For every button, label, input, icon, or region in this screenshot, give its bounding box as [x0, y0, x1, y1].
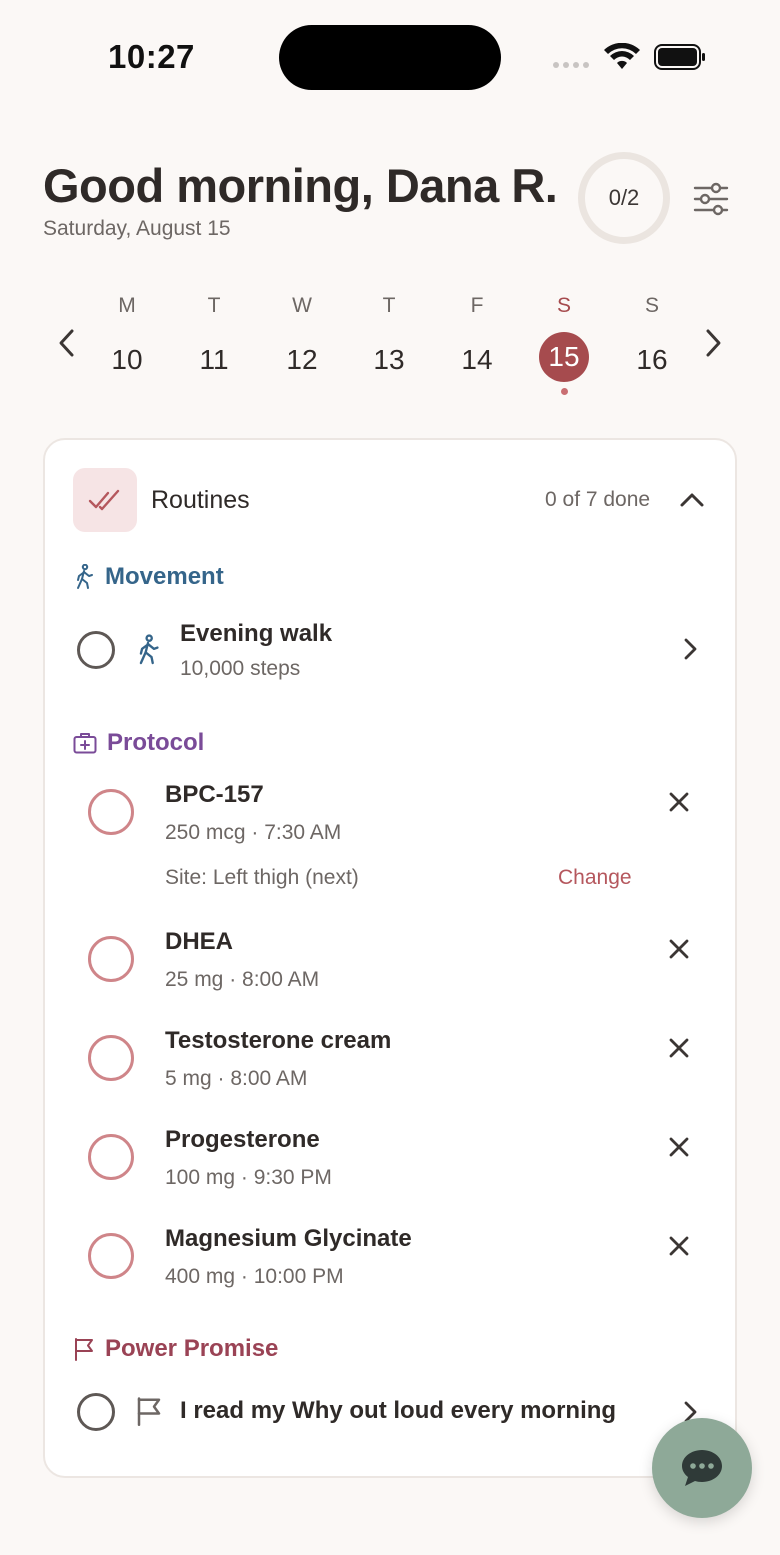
section-title-protocol: Protocol [107, 729, 205, 756]
protocol-title: Testosterone cream [165, 1027, 392, 1054]
battery-icon [654, 44, 705, 70]
today-indicator-dot [560, 388, 568, 395]
protocol-dose-time: 400 mg · 10:00 PM [165, 1265, 344, 1288]
dismiss-close-icon[interactable] [667, 937, 691, 961]
protocol-title: Progesterone [165, 1126, 320, 1153]
promise-title: I read my Why out loud every morning [180, 1397, 617, 1424]
day-letter: S [556, 294, 571, 317]
chat-button[interactable] [652, 1418, 752, 1518]
protocol-checkbox[interactable] [88, 1134, 134, 1180]
promise-row-read-why[interactable]: I read my Why out loud every morning [73, 1385, 713, 1445]
dismiss-close-icon[interactable] [667, 1234, 691, 1258]
chat-bubble-icon [682, 1450, 722, 1486]
routine-title: Evening walk [180, 620, 333, 647]
dismiss-close-icon[interactable] [667, 1135, 691, 1159]
chevron-right-icon[interactable] [681, 636, 699, 662]
routine-subtitle: 10,000 steps [180, 657, 301, 680]
day-friday[interactable]: F 14 [447, 294, 507, 384]
day-letter: T [382, 294, 396, 317]
protocol-dose-time: 25 mg · 8:00 AM [165, 968, 320, 991]
filter-sliders-icon[interactable] [692, 181, 730, 217]
change-site-link[interactable]: Change [558, 866, 632, 890]
greeting-title: Good morning, Dana R. [43, 159, 558, 212]
status-time: 10:27 [108, 38, 195, 75]
day-saturday-selected[interactable]: S 15 [534, 294, 594, 395]
protocol-checkbox[interactable] [88, 1035, 134, 1081]
routines-icon [73, 468, 137, 532]
promise-checkbox[interactable] [77, 1393, 115, 1431]
current-date: Saturday, August 15 [43, 217, 231, 240]
cellular-signal-icon [553, 62, 589, 68]
dismiss-close-icon[interactable] [667, 790, 691, 814]
medical-kit-icon [73, 733, 97, 754]
wifi-icon [604, 43, 640, 69]
day-letter: M [118, 294, 136, 317]
next-week-chevron-icon[interactable] [700, 326, 726, 360]
protocol-dose-time: 100 mg · 9:30 PM [165, 1166, 332, 1189]
daily-progress-ring[interactable]: 0/2 [578, 152, 670, 244]
protocol-row-bpc-157[interactable]: BPC-157 250 mcg · 7:30 AM Site: Left thi… [73, 775, 713, 900]
day-number: 11 [199, 344, 229, 375]
day-monday[interactable]: M 10 [97, 294, 157, 384]
day-number: 14 [461, 344, 493, 375]
day-number: 12 [286, 344, 318, 375]
routines-title: Routines [151, 486, 250, 514]
protocol-checkbox[interactable] [88, 789, 134, 835]
protocol-row-testosterone-cream[interactable]: Testosterone cream 5 mg · 8:00 AM [73, 1021, 713, 1101]
walking-person-icon [139, 634, 159, 665]
day-thursday[interactable]: T 13 [359, 294, 419, 384]
section-title-movement: Movement [105, 563, 224, 590]
day-sunday[interactable]: S 16 [622, 294, 682, 384]
day-letter: F [470, 294, 484, 317]
progress-label: 0/2 [608, 185, 640, 210]
protocol-checkbox[interactable] [88, 936, 134, 982]
protocol-dose-time: 250 mcg · 7:30 AM [165, 821, 342, 844]
day-letter: W [292, 294, 312, 317]
day-number: 16 [636, 344, 668, 375]
day-number: 10 [111, 344, 143, 375]
protocol-title: BPC-157 [165, 781, 264, 808]
flag-icon [137, 1397, 161, 1426]
section-protocol: Protocol [73, 729, 204, 757]
day-letter: S [644, 294, 659, 317]
day-number: 13 [373, 344, 405, 375]
protocol-row-dhea[interactable]: DHEA 25 mg · 8:00 AM [73, 922, 713, 1002]
flag-icon [75, 1338, 93, 1361]
section-title-power-promise: Power Promise [105, 1335, 279, 1362]
collapse-chevron-up-icon[interactable] [678, 488, 706, 512]
section-movement: Movement [73, 563, 224, 591]
routine-row-evening-walk[interactable]: Evening walk 10,000 steps [73, 608, 713, 692]
routines-progress-count: 0 of 7 done [545, 488, 651, 511]
day-wednesday[interactable]: W 12 [272, 294, 332, 384]
routine-checkbox[interactable] [77, 631, 115, 669]
protocol-checkbox[interactable] [88, 1233, 134, 1279]
dismiss-close-icon[interactable] [667, 1036, 691, 1060]
protocol-row-progesterone[interactable]: Progesterone 100 mg · 9:30 PM [73, 1120, 713, 1200]
protocol-title: Magnesium Glycinate [165, 1225, 412, 1252]
day-letter: T [207, 294, 221, 317]
protocol-dose-time: 5 mg · 8:00 AM [165, 1067, 308, 1090]
protocol-row-magnesium-glycinate[interactable]: Magnesium Glycinate 400 mg · 10:00 PM [73, 1219, 713, 1299]
day-tuesday[interactable]: T 11 [184, 294, 244, 384]
injection-site: Site: Left thigh (next) [165, 866, 359, 889]
prev-week-chevron-icon[interactable] [54, 326, 80, 360]
protocol-title: DHEA [165, 928, 234, 955]
day-number: 15 [539, 332, 589, 382]
section-power-promise: Power Promise [73, 1335, 278, 1363]
walking-person-icon [77, 564, 93, 589]
dynamic-island [279, 25, 501, 90]
